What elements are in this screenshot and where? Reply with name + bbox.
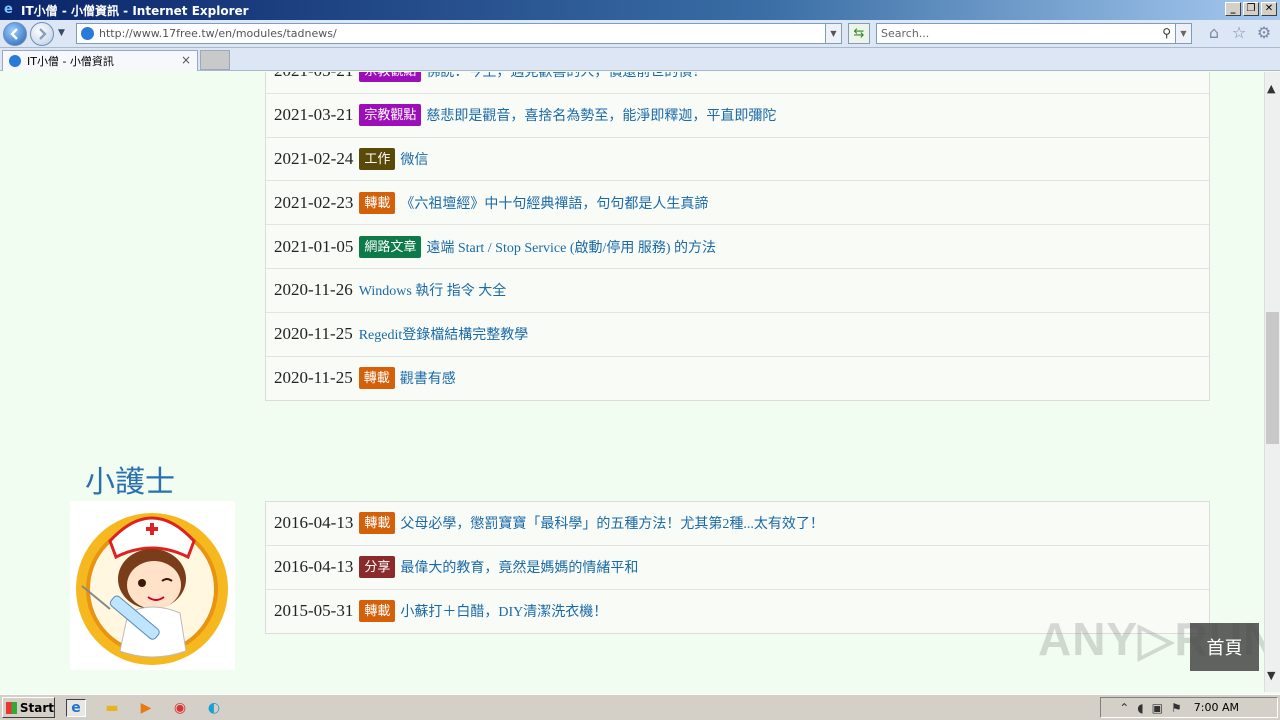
ie-icon: e <box>4 2 13 17</box>
home-button[interactable]: 首頁 <box>1190 623 1259 671</box>
address-bar[interactable]: http://www.17free.tw/en/modules/tadnews/… <box>76 23 842 44</box>
news-title-link[interactable]: 慈悲即是觀音，喜捨名為勢至，能淨即釋迦，平直即彌陀 <box>426 105 776 125</box>
settings-gear-icon[interactable]: ⚙ <box>1255 24 1273 42</box>
news-tag[interactable]: 轉載 <box>359 600 396 623</box>
window-titlebar: e IT小僧 - 小僧資訊 - Internet Explorer _ ❐ ✕ <box>0 0 1280 20</box>
news-item: 2021-02-24 工作 微信 <box>266 138 1209 182</box>
news-item: 2021-03-21 宗教觀點 慈悲即是觀音，喜捨名為勢至，能淨即釋迦，平直即彌… <box>266 94 1209 138</box>
news-title-link[interactable]: 遠端 Start / Stop Service (啟動/停用 服務) 的方法 <box>426 237 716 257</box>
section-title[interactable]: 小護士 <box>85 457 175 501</box>
window-title: IT小僧 - 小僧資訊 - Internet Explorer <box>21 3 249 18</box>
favorites-star-icon[interactable]: ☆ <box>1230 24 1248 42</box>
system-tray: ⌃ ◖ ▣ ⚑ 7:00 AM <box>1100 697 1278 718</box>
news-item: 2020-11-25 轉載 觀書有感 <box>266 357 1209 401</box>
site-favicon-icon <box>81 27 94 40</box>
search-dropdown-icon[interactable]: ▼ <box>1175 24 1191 43</box>
volume-icon[interactable]: ◖ <box>1137 701 1143 715</box>
news-title-link[interactable]: 父母必學，懲罰寶寶「最科學」的五種方法！尤其第2種...太有效了！ <box>400 513 824 533</box>
news-item: 2021-03-21 宗教觀點 佛說：今生，遇見歡喜的人，償還前世的債！ <box>266 72 1209 94</box>
news-date: 2020-11-25 <box>274 368 353 388</box>
search-icon[interactable]: ⚲ <box>1162 26 1171 40</box>
news-item: 2016-04-13 轉載 父母必學，懲罰寶寶「最科學」的五種方法！尤其第2種.… <box>266 502 1209 546</box>
news-title-link[interactable]: Regedit登錄檔結構完整教學 <box>359 324 529 344</box>
news-title-link[interactable]: Windows 執行 指令 大全 <box>359 280 507 300</box>
news-item: 2016-04-13 分享 最偉大的教育，竟然是媽媽的情緒平和 <box>266 546 1209 590</box>
news-date: 2020-11-26 <box>274 280 353 300</box>
search-placeholder: Search... <box>881 27 930 40</box>
restore-button[interactable]: ❐ <box>1243 2 1259 16</box>
news-date: 2021-03-21 <box>274 105 354 125</box>
news-date: 2016-04-13 <box>274 513 354 533</box>
taskbar: Start e ▬ ▶ ◉ ◐ ⌃ ◖ ▣ ⚑ 7:00 AM <box>0 694 1280 720</box>
ie-taskbar-icon[interactable]: e <box>66 699 86 717</box>
nurse-image[interactable] <box>70 501 235 670</box>
back-arrow-icon <box>10 28 18 40</box>
back-button[interactable] <box>3 22 27 46</box>
history-dropdown-icon[interactable]: ▼ <box>58 28 65 38</box>
news-tag[interactable]: 宗教觀點 <box>359 104 422 127</box>
tab-favicon-icon <box>9 55 21 67</box>
media-player-icon[interactable]: ▶ <box>136 699 156 717</box>
news-date: 2021-02-24 <box>274 148 354 168</box>
news-tag[interactable]: 網路文章 <box>359 235 422 258</box>
news-date: 2020-11-25 <box>274 324 353 344</box>
window-controls: _ ❐ ✕ <box>1225 2 1277 16</box>
news-title-link[interactable]: 佛說：今生，遇見歡喜的人，償還前世的債！ <box>426 72 706 81</box>
start-label: Start <box>19 700 54 715</box>
news-title-link[interactable]: 微信 <box>400 149 428 169</box>
tray-expand-icon[interactable]: ⌃ <box>1119 701 1129 715</box>
news-list-1: 2021-03-21 宗教觀點 佛說：今生，遇見歡喜的人，償還前世的債！ 202… <box>265 72 1210 402</box>
news-item: 2020-11-25 Regedit登錄檔結構完整教學 <box>266 313 1209 357</box>
refresh-button[interactable]: ⇆ <box>848 23 870 44</box>
minimize-button[interactable]: _ <box>1225 2 1241 16</box>
news-item: 2020-11-26 Windows 執行 指令 大全 <box>266 269 1209 313</box>
scroll-down-icon[interactable]: ▼ <box>1267 669 1275 682</box>
new-tab-button[interactable] <box>200 50 230 70</box>
tab-label: IT小僧 - 小僧資訊 <box>27 55 114 68</box>
navigation-bar: ▼ http://www.17free.tw/en/modules/tadnew… <box>0 20 1280 48</box>
news-title-link[interactable]: 《六祖壇經》中十句經典禪語，句句都是人生真諦 <box>400 193 708 213</box>
news-tag[interactable]: 轉載 <box>358 367 395 390</box>
vertical-scrollbar[interactable]: ▲ ▼ <box>1264 72 1280 692</box>
tab-bar: IT小僧 - 小僧資訊 × <box>0 48 1280 71</box>
address-url: http://www.17free.tw/en/modules/tadnews/ <box>99 27 337 40</box>
forward-arrow-icon <box>39 28 47 40</box>
news-date: 2021-03-21 <box>274 72 353 81</box>
network-icon[interactable]: ▣ <box>1152 701 1163 715</box>
news-item: 2021-01-05 網路文章 遠端 Start / Stop Service … <box>266 225 1209 269</box>
news-tag[interactable]: 轉載 <box>359 191 396 214</box>
tab-active[interactable]: IT小僧 - 小僧資訊 × <box>2 50 198 71</box>
news-tag[interactable]: 工作 <box>359 147 396 170</box>
action-center-flag-icon[interactable]: ⚑ <box>1171 701 1182 715</box>
chrome-icon[interactable]: ◉ <box>170 699 190 717</box>
home-icon[interactable]: ⌂ <box>1205 24 1223 42</box>
windows-flag-icon <box>6 701 17 714</box>
news-title-link[interactable]: 小蘇打＋白醋，DIY清潔洗衣機！ <box>400 601 607 621</box>
news-title-link[interactable]: 最偉大的教育，竟然是媽媽的情緒平和 <box>400 557 638 577</box>
news-tag[interactable]: 轉載 <box>359 512 396 535</box>
close-button[interactable]: ✕ <box>1261 2 1277 16</box>
start-button[interactable]: Start <box>2 697 55 718</box>
address-dropdown-icon[interactable]: ▼ <box>825 24 841 43</box>
forward-button[interactable] <box>30 22 54 46</box>
tab-close-icon[interactable]: × <box>181 53 191 67</box>
explorer-folder-icon[interactable]: ▬ <box>102 699 122 717</box>
news-date: 2016-04-13 <box>274 557 354 577</box>
news-date: 2021-02-23 <box>274 192 354 212</box>
news-tag[interactable]: 分享 <box>359 556 396 579</box>
scroll-up-icon[interactable]: ▲ <box>1267 82 1275 95</box>
edge-icon[interactable]: ◐ <box>204 699 224 717</box>
clock[interactable]: 7:00 AM <box>1194 701 1239 714</box>
news-title-link[interactable]: 觀書有感 <box>400 368 456 388</box>
scroll-thumb[interactable] <box>1266 312 1279 444</box>
search-box[interactable]: Search... ⚲ ▼ <box>876 23 1192 44</box>
news-tag[interactable]: 宗教觀點 <box>359 72 422 83</box>
page-content: 2021-03-21 宗教觀點 佛說：今生，遇見歡喜的人，償還前世的債！ 202… <box>0 72 1264 692</box>
news-date: 2015-05-31 <box>274 601 354 621</box>
nurse-cartoon-icon <box>76 513 228 665</box>
news-date: 2021-01-05 <box>274 236 354 256</box>
news-item: 2021-02-23 轉載 《六祖壇經》中十句經典禪語，句句都是人生真諦 <box>266 181 1209 226</box>
